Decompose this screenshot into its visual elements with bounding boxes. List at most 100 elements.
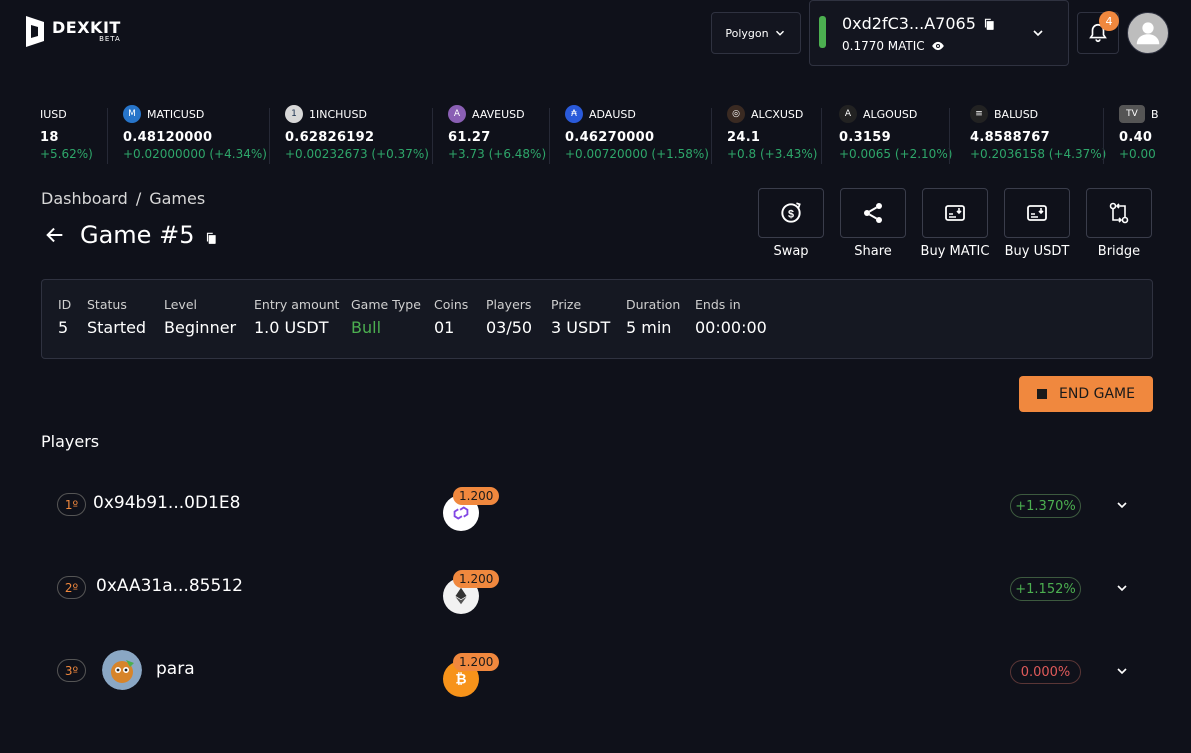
buy-matic-label: Buy MATIC [920,244,990,259]
info-type-label: Game Type [351,297,421,312]
1inch-icon: 1 [285,105,303,123]
ticker-price: 0.46270000 [565,130,655,145]
wallet-dropdown[interactable]: 0xd2fC3...A7065 0.1770 MATIC [809,0,1069,66]
price-ticker: IUSD 18 +5.62%) M MATICUSD 0.48120000 +0.… [0,104,1191,168]
player-name: 0x94b91...0D1E8 [93,493,241,513]
ticker-item[interactable]: ₳ ADAUSD 0.46270000 +0.00720000 (+1.58%) [565,104,715,168]
player-change: +1.152% [1010,577,1081,601]
eye-icon[interactable] [931,39,945,53]
multiplier-badge: 1.200 [453,487,500,505]
swap-button[interactable]: $ Swap [758,188,824,259]
ticker-item[interactable]: ≡ BALUSD 4.8588767 +0.2036158 (+4.37%) [970,104,1106,168]
info-duration: Duration 5 min [626,297,680,337]
info-ends-value: 00:00:00 [695,318,767,337]
ticker-price: 0.3159 [839,130,891,145]
info-coins-value: 01 [434,318,455,337]
info-duration-value: 5 min [626,318,672,337]
wallet-balance: 0.1770 MATIC [842,39,925,53]
ticker-price: 0.40 [1119,130,1153,145]
ticker-symbol: ADAUSD [589,107,636,121]
dexkit-logo-icon [24,16,46,47]
copy-icon[interactable] [982,17,996,31]
ticker-item[interactable]: TV B 0.40 +0.00 [1119,104,1159,168]
ticker-symbol: ALGOUSD [863,107,918,121]
info-players-value: 03/50 [486,318,533,337]
ticker-item[interactable]: IUSD 18 +5.62%) [40,104,100,168]
network-label: Polygon [725,26,769,40]
ticker-price: 18 [40,130,59,145]
ticker-price: 4.8588767 [970,130,1051,145]
wallet-address: 0xd2fC3...A7065 [842,14,976,33]
bridge-label: Bridge [1097,244,1141,259]
share-button[interactable]: Share [840,188,906,259]
ticker-price: 24.1 [727,130,761,145]
player-row[interactable]: 1º 0x94b91...0D1E8 1.200 +1.370% [41,473,1153,537]
info-coins-label: Coins [434,297,469,312]
players-heading: Players [41,432,100,451]
player-coin: 1.200 [443,570,503,614]
stop-icon [1037,389,1048,399]
tradingview-icon: TV [1119,105,1145,123]
info-status-value: Started [87,318,147,337]
brand-name: DEXKIT [52,18,121,37]
breadcrumb: Dashboard / Games [41,189,205,208]
ticker-symbol: ALCXUSD [751,107,804,121]
ticker-change: +0.02000000 (+4.34%) [123,147,267,161]
info-level-label: Level [164,297,197,312]
player-avatar [102,650,142,690]
info-prize: Prize 3 USDT [551,297,610,337]
back-arrow-icon[interactable] [44,224,66,246]
ticker-symbol: AAVEUSD [472,107,525,121]
chevron-down-icon[interactable] [1114,580,1130,596]
network-selector[interactable]: Polygon [711,12,801,54]
breadcrumb-dashboard[interactable]: Dashboard [41,189,128,208]
share-icon [864,203,882,223]
info-level-value: Beginner [164,318,237,337]
notification-badge: 4 [1099,11,1119,31]
buy-usdt-button[interactable]: Buy USDT [1004,188,1070,259]
user-avatar-button[interactable] [1127,12,1169,54]
ticker-item[interactable]: M MATICUSD 0.48120000 +0.02000000 (+4.34%… [123,104,267,168]
end-game-button[interactable]: END GAME [1019,376,1153,412]
breadcrumb-games[interactable]: Games [149,189,205,208]
ticker-symbol: 1INCHUSD [309,107,367,121]
alcx-icon: ◎ [727,105,745,123]
app-logo[interactable]: DEXKIT BETA [24,16,121,47]
ticker-item[interactable]: A ALGOUSD 0.3159 +0.0065 (+2.10%) [839,104,952,168]
copy-icon[interactable] [204,230,218,246]
ticker-price: 61.27 [448,130,491,145]
player-rank: 3º [57,659,86,682]
ticker-item[interactable]: 1 1INCHUSD 0.62826192 +0.00232673 (+0.37%… [285,104,435,168]
chevron-down-icon[interactable] [1114,497,1130,513]
player-coin: ₿ 1.200 [443,653,503,697]
ticker-item[interactable]: ◎ ALCXUSD 24.1 +0.8 (+3.43%) [727,104,818,168]
ticker-change: +0.00720000 (+1.58%) [565,147,709,161]
info-players-label: Players [486,297,532,312]
ticker-symbol: MATICUSD [147,107,205,121]
bridge-icon [1109,202,1129,224]
end-game-label: END GAME [1059,386,1135,402]
chevron-down-icon[interactable] [1030,25,1046,41]
info-game-type: Game Type Bull [351,297,421,337]
game-info-card: ID 5 Status Started Level Beginner Entry… [41,279,1153,359]
chevron-down-icon[interactable] [1114,663,1130,679]
player-change: 0.000% [1010,660,1081,684]
user-icon [1136,22,1160,45]
player-row[interactable]: 2º 0xAA31a...85512 1.200 +1.152% [41,556,1153,620]
buy-icon [1027,205,1047,221]
brand-beta: BETA [99,35,121,43]
player-row[interactable]: 3º para ₿ 1.200 0.000% [41,639,1153,703]
info-type-value: Bull [351,318,382,337]
player-name: 0xAA31a...85512 [96,576,243,596]
buy-matic-button[interactable]: Buy MATIC [920,188,990,259]
info-entry-label: Entry amount [254,297,340,312]
info-prize-value: 3 USDT [551,318,611,337]
bal-icon: ≡ [970,105,988,123]
player-coin: 1.200 [443,487,503,531]
breadcrumb-separator: / [135,189,142,208]
ticker-price: 0.62826192 [285,130,375,145]
bridge-button[interactable]: Bridge [1086,188,1152,259]
info-ends-in: Ends in 00:00:00 [695,297,767,337]
ticker-item[interactable]: A AAVEUSD 61.27 +3.73 (+6.48%) [448,104,548,168]
wallet-status-indicator [819,16,826,48]
